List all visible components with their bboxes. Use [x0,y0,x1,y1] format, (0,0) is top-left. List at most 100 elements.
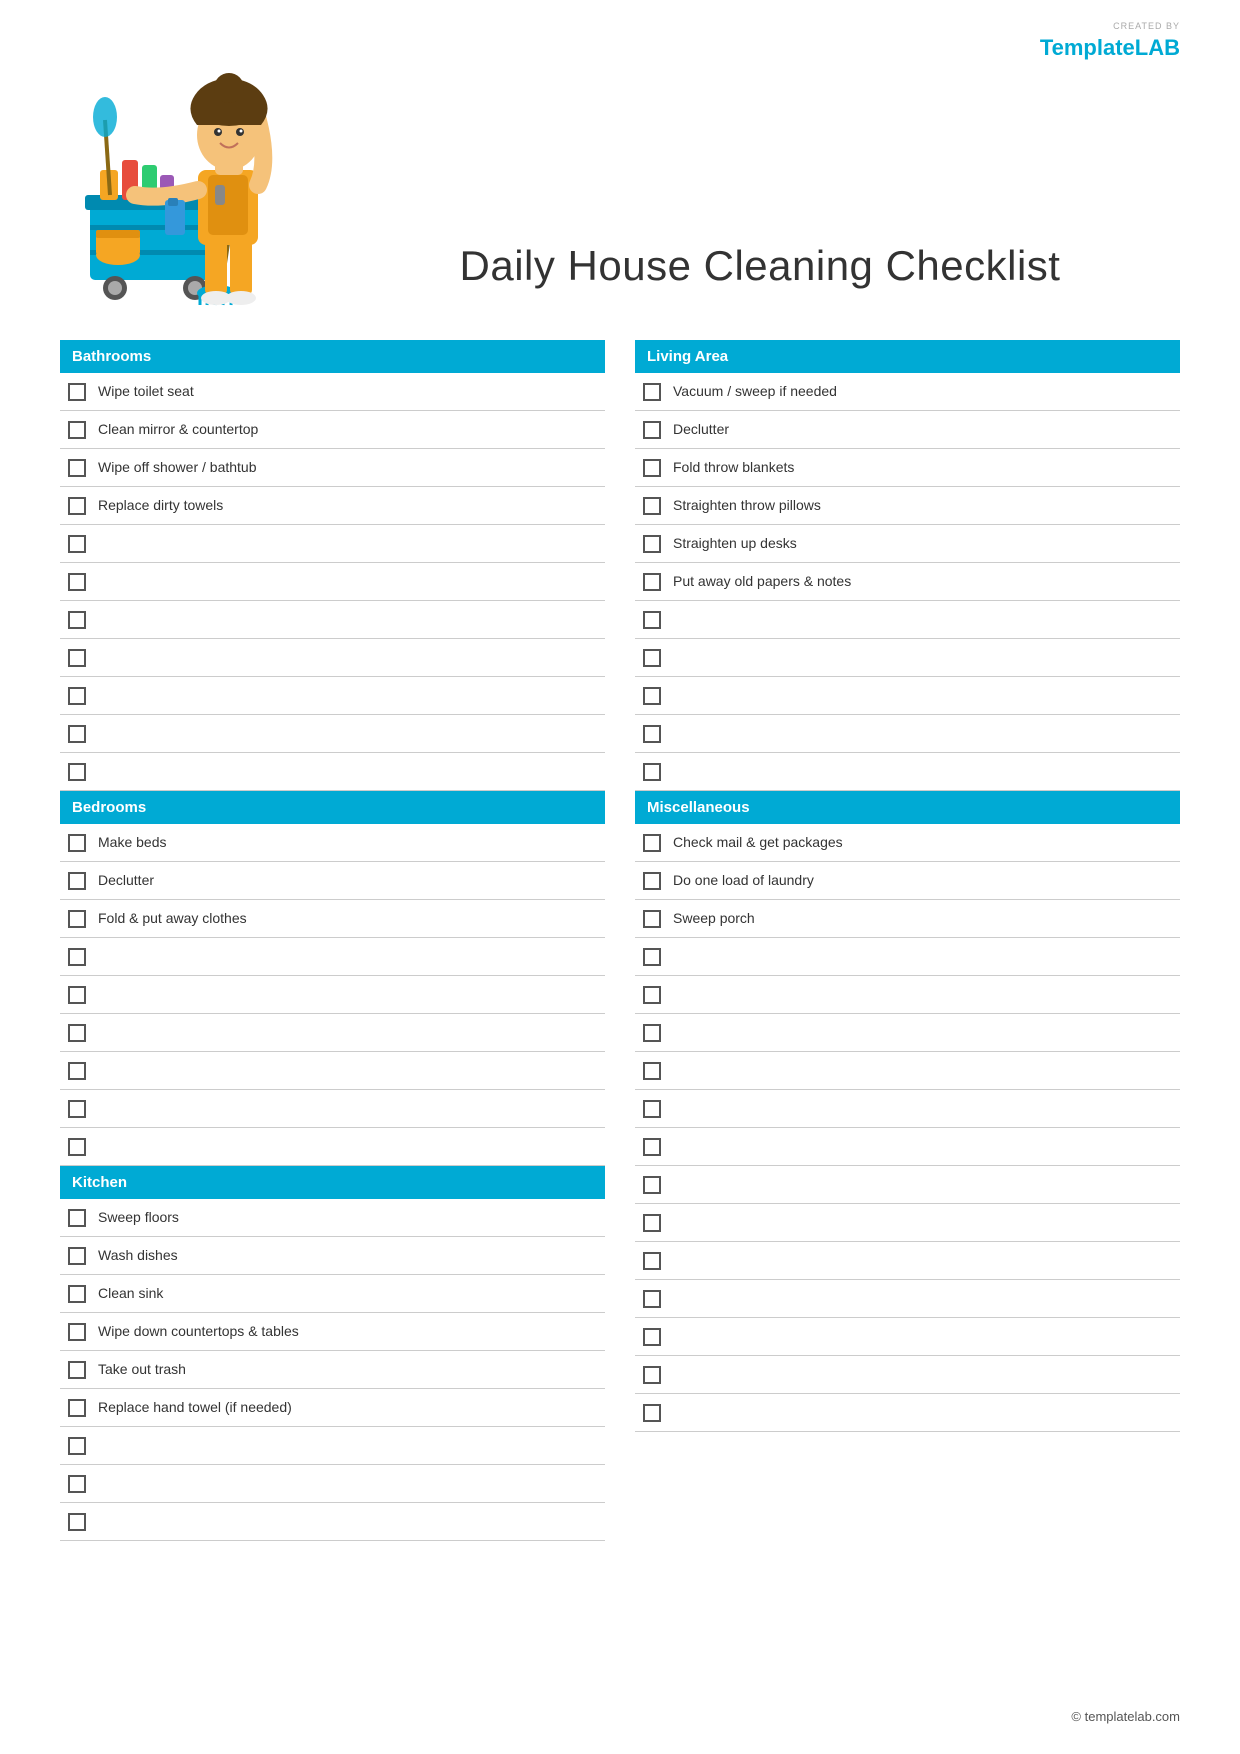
checkbox[interactable] [68,459,86,477]
list-item[interactable]: Do one load of laundry [635,862,1180,900]
checkbox[interactable] [68,763,86,781]
checkbox[interactable] [68,611,86,629]
checkbox[interactable] [68,1323,86,1341]
checkbox[interactable] [68,986,86,1004]
checkbox[interactable] [643,872,661,890]
list-item[interactable]: Sweep floors [60,1199,605,1237]
checkbox[interactable] [68,1209,86,1227]
checkbox[interactable] [643,910,661,928]
checkbox[interactable] [643,1138,661,1156]
empty-item[interactable] [60,715,605,753]
empty-item[interactable] [635,976,1180,1014]
empty-item[interactable] [60,1465,605,1503]
empty-item[interactable] [635,1128,1180,1166]
empty-item[interactable] [60,525,605,563]
empty-item[interactable] [635,1394,1180,1432]
list-item[interactable]: Wash dishes [60,1237,605,1275]
empty-item[interactable] [60,1090,605,1128]
checkbox[interactable] [643,1366,661,1384]
empty-item[interactable] [60,1128,605,1166]
checkbox[interactable] [643,1290,661,1308]
checkbox[interactable] [643,421,661,439]
checkbox[interactable] [643,535,661,553]
checkbox[interactable] [643,687,661,705]
checkbox[interactable] [643,1100,661,1118]
list-item[interactable]: Wipe down countertops & tables [60,1313,605,1351]
empty-item[interactable] [635,1090,1180,1128]
list-item[interactable]: Make beds [60,824,605,862]
empty-item[interactable] [635,1318,1180,1356]
empty-item[interactable] [635,1280,1180,1318]
checkbox[interactable] [68,948,86,966]
checkbox[interactable] [643,573,661,591]
checkbox[interactable] [68,421,86,439]
checkbox[interactable] [643,1062,661,1080]
empty-item[interactable] [635,677,1180,715]
checkbox[interactable] [643,1404,661,1422]
list-item[interactable]: Replace dirty towels [60,487,605,525]
checkbox[interactable] [68,1361,86,1379]
list-item[interactable]: Take out trash [60,1351,605,1389]
list-item[interactable]: Sweep porch [635,900,1180,938]
empty-item[interactable] [635,1242,1180,1280]
checkbox[interactable] [68,687,86,705]
list-item[interactable]: Check mail & get packages [635,824,1180,862]
checkbox[interactable] [643,986,661,1004]
empty-item[interactable] [635,1356,1180,1394]
empty-item[interactable] [60,563,605,601]
list-item[interactable]: Fold throw blankets [635,449,1180,487]
list-item[interactable]: Declutter [635,411,1180,449]
checkbox[interactable] [643,611,661,629]
checkbox[interactable] [643,459,661,477]
list-item[interactable]: Clean mirror & countertop [60,411,605,449]
checkbox[interactable] [643,948,661,966]
empty-item[interactable] [60,639,605,677]
checkbox[interactable] [68,497,86,515]
empty-item[interactable] [635,1014,1180,1052]
checkbox[interactable] [643,497,661,515]
empty-item[interactable] [635,753,1180,791]
checkbox[interactable] [68,834,86,852]
list-item[interactable]: Clean sink [60,1275,605,1313]
list-item[interactable]: Vacuum / sweep if needed [635,373,1180,411]
list-item[interactable]: Replace hand towel (if needed) [60,1389,605,1427]
checkbox[interactable] [68,1138,86,1156]
checkbox[interactable] [643,1252,661,1270]
checkbox[interactable] [68,383,86,401]
checkbox[interactable] [643,725,661,743]
empty-item[interactable] [60,677,605,715]
checkbox[interactable] [643,763,661,781]
checkbox[interactable] [643,649,661,667]
empty-item[interactable] [635,639,1180,677]
checkbox[interactable] [643,834,661,852]
empty-item[interactable] [60,753,605,791]
empty-item[interactable] [60,1014,605,1052]
checkbox[interactable] [643,1328,661,1346]
checkbox[interactable] [68,725,86,743]
checkbox[interactable] [68,1100,86,1118]
checkbox[interactable] [68,649,86,667]
checkbox[interactable] [643,1214,661,1232]
list-item[interactable]: Put away old papers & notes [635,563,1180,601]
list-item[interactable]: Declutter [60,862,605,900]
empty-item[interactable] [635,938,1180,976]
empty-item[interactable] [635,1052,1180,1090]
checkbox[interactable] [68,1399,86,1417]
checkbox[interactable] [68,872,86,890]
checkbox[interactable] [68,1285,86,1303]
checkbox[interactable] [643,1024,661,1042]
empty-item[interactable] [635,715,1180,753]
checkbox[interactable] [68,535,86,553]
empty-item[interactable] [60,601,605,639]
empty-item[interactable] [60,976,605,1014]
empty-item[interactable] [60,938,605,976]
list-item[interactable]: Straighten up desks [635,525,1180,563]
checkbox[interactable] [643,1176,661,1194]
checkbox[interactable] [68,1062,86,1080]
list-item[interactable]: Straighten throw pillows [635,487,1180,525]
checkbox[interactable] [643,383,661,401]
empty-item[interactable] [60,1052,605,1090]
checkbox[interactable] [68,1475,86,1493]
list-item[interactable]: Fold & put away clothes [60,900,605,938]
checkbox[interactable] [68,1437,86,1455]
